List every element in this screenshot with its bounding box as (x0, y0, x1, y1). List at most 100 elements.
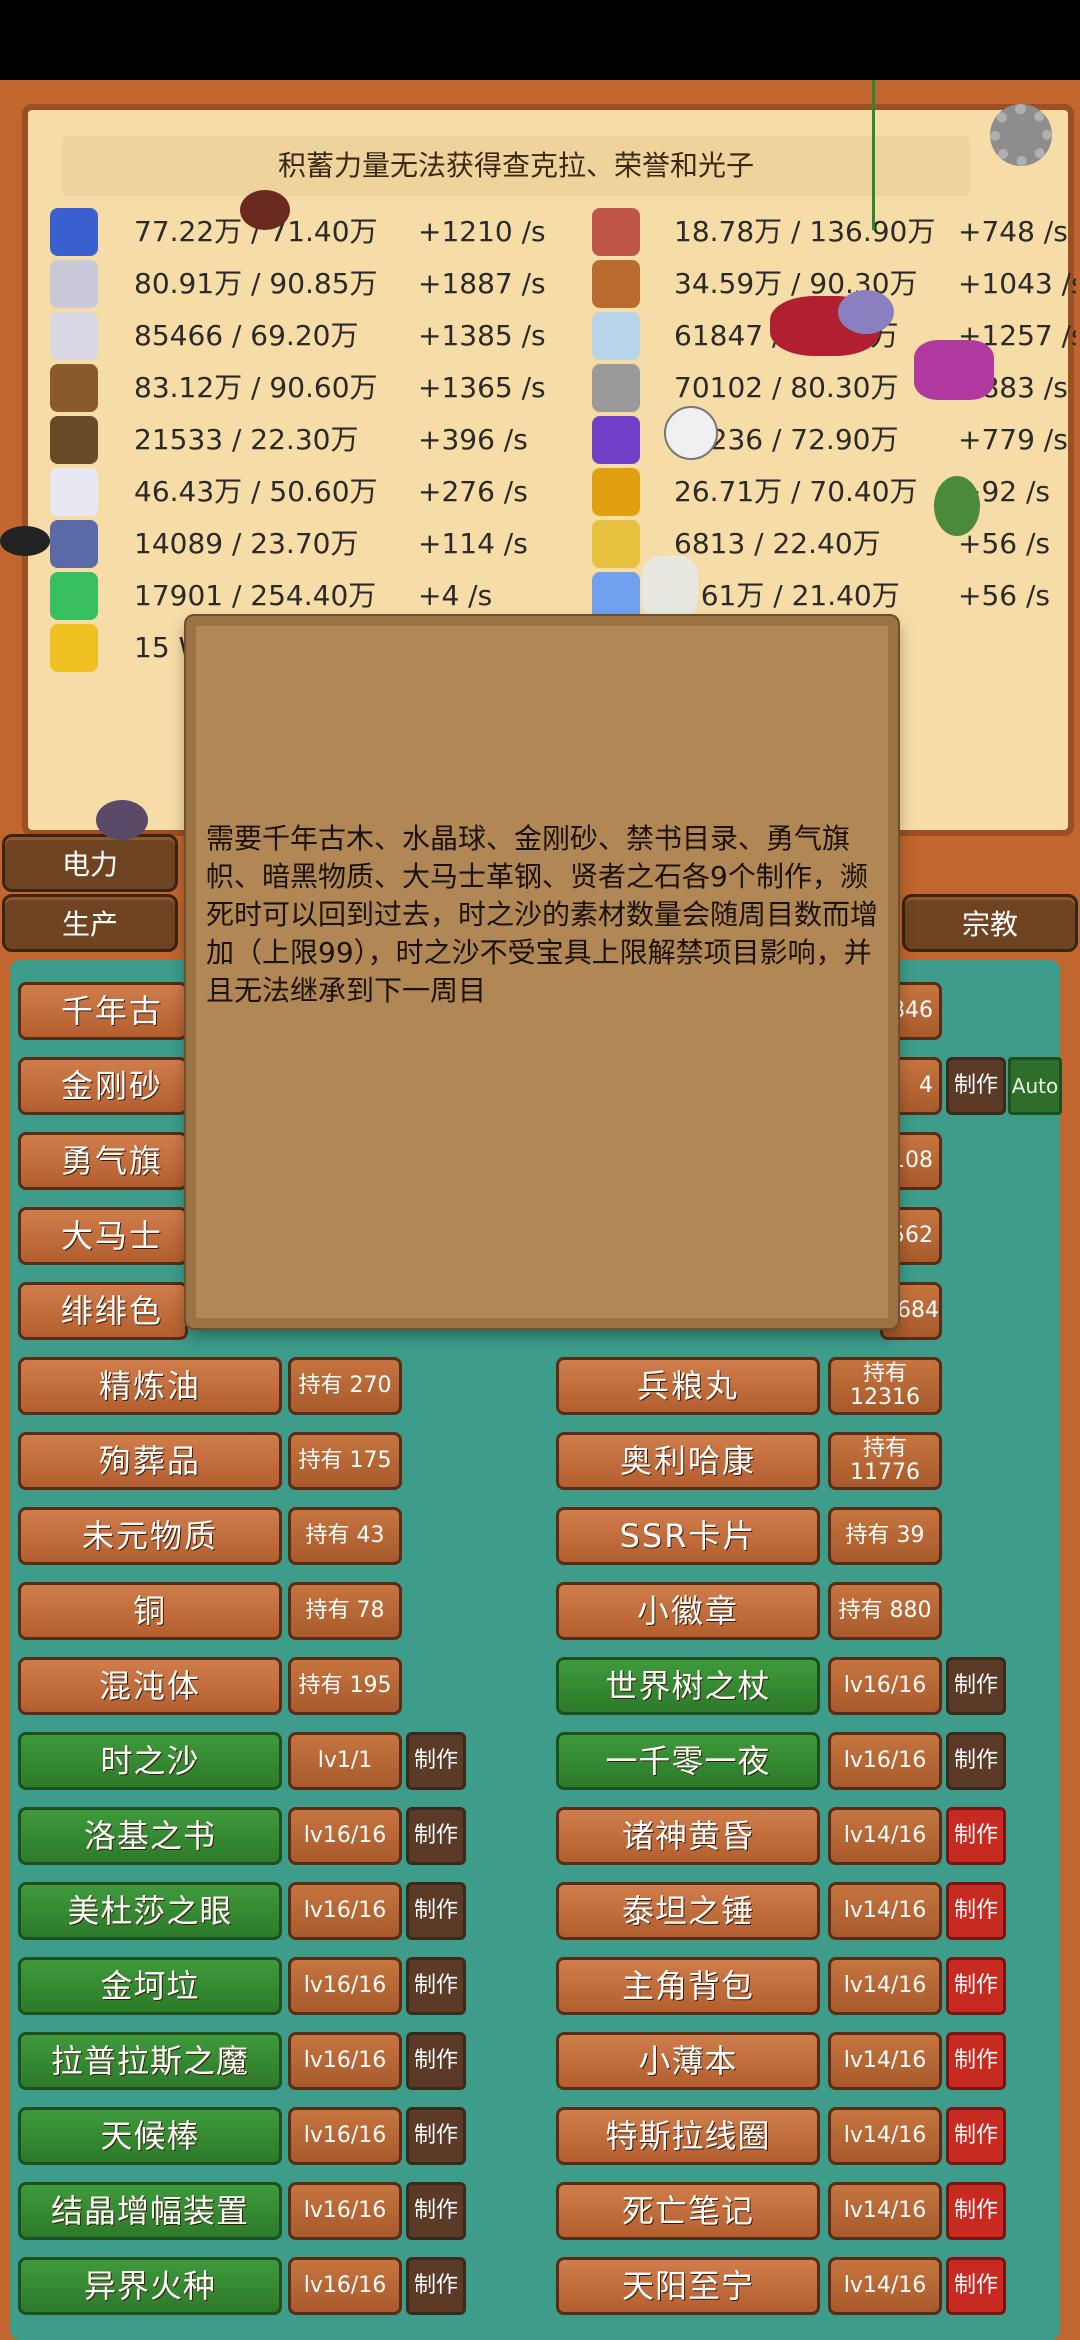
skeleton-sprite-icon (642, 556, 698, 620)
resource-rate: +1043 /s (958, 267, 1076, 300)
artifact-button[interactable]: 特斯拉线圈 (556, 2107, 820, 2165)
craft-button[interactable]: 制作 (946, 2257, 1006, 2315)
resource-rate: +748 /s (958, 215, 1068, 248)
hold-count: 持有 39 (828, 1507, 942, 1565)
artifact-level: lv16/16 (288, 1957, 402, 2015)
craft-button[interactable]: 制作 (406, 2182, 466, 2240)
craft-button[interactable]: 制作 (946, 1957, 1006, 2015)
ghost-sprite-icon (664, 406, 718, 460)
hold-label: 持有 (862, 1361, 907, 1386)
feather-icon (50, 520, 98, 568)
resource-rate: +396 /s (418, 423, 528, 456)
artifact-button[interactable]: 异界火种 (18, 2257, 282, 2315)
artifact-button[interactable]: 泰坦之锤 (556, 1882, 820, 1940)
item-button[interactable]: 兵粮丸 (556, 1357, 820, 1415)
resource-rate: +1887 /s (418, 267, 546, 300)
item-button[interactable]: 千年古 (18, 982, 188, 1040)
craft-button[interactable]: 制作 (406, 2257, 466, 2315)
item-button[interactable]: SSR卡片 (556, 1507, 820, 1565)
status-bar (0, 0, 1080, 80)
item-button[interactable]: 铜 (18, 1582, 282, 1640)
resource-value: 17901 / 254.40万 (134, 579, 377, 612)
item-button[interactable]: 精炼油 (18, 1357, 282, 1415)
resource-rate: +56 /s (958, 579, 1051, 612)
resource-value: 6813 / 22.40万 (674, 527, 881, 560)
craft-button[interactable]: 制作 (946, 2032, 1006, 2090)
craft-button[interactable]: 制作 (946, 1882, 1006, 1940)
artifact-button[interactable]: 死亡笔记 (556, 2182, 820, 2240)
craft-button[interactable]: 制作 (946, 2107, 1006, 2165)
item-button[interactable]: 奥利哈康 (556, 1432, 820, 1490)
witch-sprite-icon (240, 190, 290, 230)
item-button[interactable]: 勇气旗 (18, 1132, 188, 1190)
item-button[interactable]: 未元物质 (18, 1507, 282, 1565)
item-button[interactable]: 金刚砂 (18, 1057, 188, 1115)
hold-number: 12316 (850, 1385, 920, 1410)
settings-gear-icon[interactable] (990, 104, 1052, 166)
artifact-button[interactable]: 洛基之书 (18, 1807, 282, 1865)
wood-log-icon (592, 260, 640, 308)
craft-button[interactable]: 制作 (946, 1057, 1006, 1115)
diamond-icon (592, 572, 640, 620)
tab-power[interactable]: 电力 (2, 834, 178, 892)
craft-button[interactable]: 制作 (946, 1657, 1006, 1715)
artifact-button[interactable]: 主角背包 (556, 1957, 820, 2015)
craft-button[interactable]: 制作 (946, 2182, 1006, 2240)
girl-sprite-icon (96, 800, 148, 840)
artifact-button[interactable]: 诸神黄昏 (556, 1807, 820, 1865)
artifact-button[interactable]: 天阳至宁 (556, 2257, 820, 2315)
item-button[interactable]: 混沌体 (18, 1657, 282, 1715)
artifact-button[interactable]: 美杜莎之眼 (18, 1882, 282, 1940)
hold-number: 11776 (850, 1460, 920, 1485)
hold-count: 持有 880 (828, 1582, 942, 1640)
resource-rate: +114 /s (418, 527, 528, 560)
lightning-icon (50, 624, 98, 672)
hold-count: 持有 43 (288, 1507, 402, 1565)
tab-religion[interactable]: 宗教 (902, 894, 1078, 952)
tab-production[interactable]: 生产 (2, 894, 178, 952)
sword-icon (50, 260, 98, 308)
craft-button[interactable]: 制作 (406, 2107, 466, 2165)
artifact-level: lv16/16 (288, 1807, 402, 1865)
craft-button[interactable]: 制作 (406, 1807, 466, 1865)
item-button[interactable]: 小徽章 (556, 1582, 820, 1640)
artifact-level: lv16/16 (828, 1657, 942, 1715)
craft-button[interactable]: 制作 (406, 2032, 466, 2090)
artifact-level: lv14/16 (828, 2032, 942, 2090)
artifact-button[interactable]: 天候棒 (18, 2107, 282, 2165)
hanging-rope (872, 80, 875, 230)
item-button[interactable]: 大马士革 (18, 1207, 188, 1265)
auto-toggle[interactable]: Auto (1008, 1057, 1062, 1115)
craft-button[interactable]: 制作 (946, 1732, 1006, 1790)
hold-count: 持有 195 (288, 1657, 402, 1715)
item-button[interactable]: 绯绯色 (18, 1282, 188, 1340)
craft-button[interactable]: 制作 (406, 1882, 466, 1940)
crow-sprite-icon (0, 526, 50, 556)
gold-ring-icon (592, 468, 640, 516)
artifact-button[interactable]: 金坷垃 (18, 1957, 282, 2015)
resource-rate: +4 /s (418, 579, 493, 612)
book-icon (50, 364, 98, 412)
artifact-level: lv16/16 (288, 2257, 402, 2315)
iron-ingot-icon (592, 364, 640, 412)
artifact-button[interactable]: 世界树之杖 (556, 1657, 820, 1715)
craft-button[interactable]: 制作 (406, 1732, 466, 1790)
craft-button[interactable]: 制作 (946, 1807, 1006, 1865)
artifact-button[interactable]: 结晶增幅装置 (18, 2182, 282, 2240)
craft-button[interactable]: 制作 (406, 1957, 466, 2015)
resource-rate: +1210 /s (418, 215, 546, 248)
item-button[interactable]: 殉葬品 (18, 1432, 282, 1490)
resource-value: 21533 / 22.30万 (134, 423, 359, 456)
artifact-level: lv16/16 (288, 2182, 402, 2240)
hold-count: 持有 12316 (828, 1357, 942, 1415)
resource-value: 70102 / 80.30万 (674, 371, 899, 404)
artifact-button[interactable]: 拉普拉斯之魔 (18, 2032, 282, 2090)
pickaxe-icon (50, 416, 98, 464)
resource-value: 83.12万 / 90.60万 (134, 371, 378, 404)
wizard-hat-icon (50, 208, 98, 256)
beast-sprite-icon (914, 340, 994, 400)
artifact-button[interactable]: 小薄本 (556, 2032, 820, 2090)
artifact-button[interactable]: 一千零一夜 (556, 1732, 820, 1790)
artifact-button[interactable]: 时之沙 (18, 1732, 282, 1790)
artifact-level: lv14/16 (828, 2107, 942, 2165)
